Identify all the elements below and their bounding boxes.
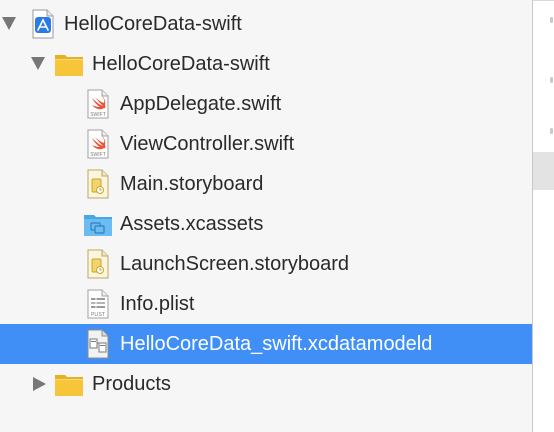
- swift-file-icon: SWIFT: [84, 129, 114, 159]
- partial-glyph: [550, 17, 553, 23]
- storyboard-file-icon: [84, 249, 114, 279]
- storyboard-file-icon: [84, 169, 114, 199]
- tree-item-info-plist[interactable]: PLIST Info.plist: [0, 284, 532, 324]
- tree-item-project[interactable]: HelloCoreData-swift: [0, 4, 532, 44]
- plist-file-icon: PLIST: [84, 289, 114, 319]
- tree-item-launchscreen-storyboard[interactable]: LaunchScreen.storyboard: [0, 244, 532, 284]
- tree-item-label: HelloCoreData-swift: [64, 13, 242, 35]
- svg-text:PLIST: PLIST: [91, 312, 105, 318]
- tree-item-products[interactable]: Products: [0, 364, 532, 404]
- tree-item-viewcontroller-swift[interactable]: SWIFT ViewController.swift: [0, 124, 532, 164]
- divider: [533, 0, 554, 1]
- svg-text:SWIFT: SWIFT: [90, 152, 106, 158]
- swift-file-icon: SWIFT: [84, 89, 114, 119]
- tree-item-group-hellocoredata[interactable]: HelloCoreData-swift: [0, 44, 532, 84]
- data-model-file-icon: [84, 329, 114, 359]
- tree-item-label: ViewController.swift: [120, 133, 295, 155]
- tree-item-label: LaunchScreen.storyboard: [120, 253, 350, 275]
- partial-glyph: [550, 128, 553, 134]
- xcode-project-icon: [28, 9, 58, 39]
- tree-item-label: HelloCoreData-swift: [92, 53, 270, 75]
- tree-item-appdelegate-swift[interactable]: SWIFT AppDelegate.swift: [0, 84, 532, 124]
- tree-item-label: Assets.xcassets: [120, 213, 264, 235]
- tree-item-label: Main.storyboard: [120, 173, 264, 195]
- disclosure-triangle-expanded[interactable]: [2, 17, 16, 30]
- yellow-folder-icon: [54, 49, 84, 79]
- tree-item-label: AppDelegate.swift: [120, 93, 282, 115]
- project-navigator: HelloCoreData-swift HelloCoreData-swift …: [0, 0, 533, 432]
- tree-item-label: HelloCoreData_swift.xcdatamodeld: [120, 333, 433, 355]
- editor-area-edge: [533, 0, 554, 432]
- partial-glyph: [550, 77, 553, 83]
- yellow-folder-icon: [54, 369, 84, 399]
- tree-item-label: Products: [92, 373, 171, 395]
- disclosure-triangle-collapsed[interactable]: [33, 377, 46, 391]
- asset-catalog-folder-icon: [83, 209, 113, 239]
- tree-item-xcdatamodeld[interactable]: HelloCoreData_swift.xcdatamodeld: [0, 324, 532, 364]
- svg-text:SWIFT: SWIFT: [90, 112, 106, 118]
- tree-item-label: Info.plist: [120, 293, 195, 315]
- tree-item-assets-xcassets[interactable]: Assets.xcassets: [0, 204, 532, 244]
- tree-item-main-storyboard[interactable]: Main.storyboard: [0, 164, 532, 204]
- editor-row-highlight: [533, 152, 554, 190]
- disclosure-triangle-expanded[interactable]: [31, 57, 45, 70]
